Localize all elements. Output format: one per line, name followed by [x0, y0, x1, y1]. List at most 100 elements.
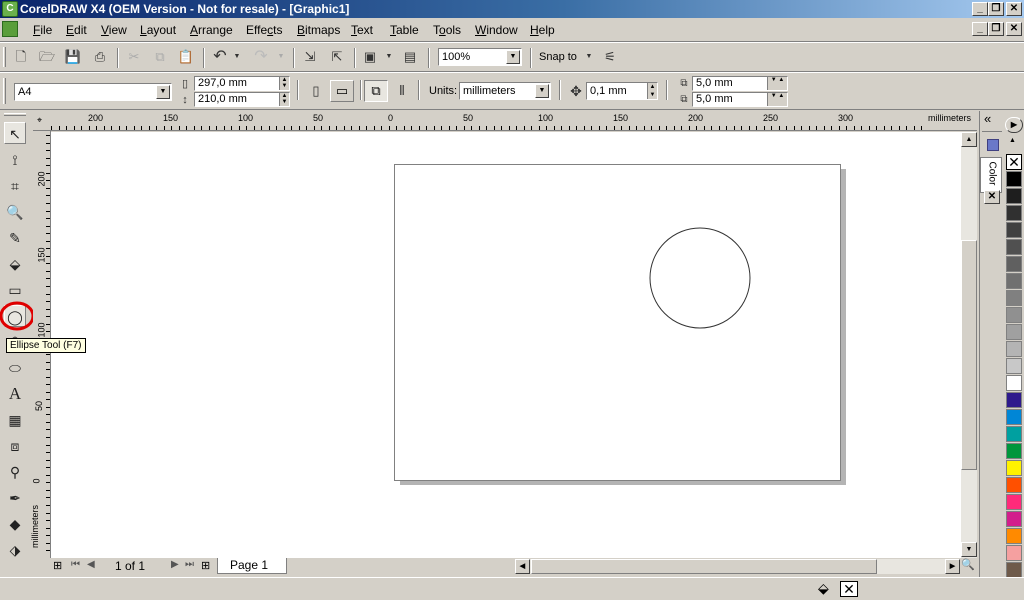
first-page-icon[interactable]: ⏮: [71, 559, 80, 570]
coreldraw-app-icon[interactable]: C: [2, 1, 18, 17]
horizontal-scroll-thumb[interactable]: [531, 559, 877, 574]
options-icon[interactable]: ⚟: [601, 48, 619, 66]
menu-edit[interactable]: Edit: [66, 23, 87, 37]
menu-view[interactable]: View: [101, 23, 127, 37]
color-swatch[interactable]: [1006, 375, 1022, 391]
menu-help[interactable]: Help: [530, 23, 555, 37]
redo-icon[interactable]: ↷: [252, 48, 270, 66]
menu-arrange[interactable]: Arrange: [190, 23, 233, 37]
vertical-scrollbar[interactable]: ▲ ▼: [961, 132, 977, 558]
color-swatch[interactable]: [1006, 477, 1022, 493]
navigator-zoom-icon[interactable]: 🔍: [961, 558, 975, 571]
paste-icon[interactable]: 📋: [177, 48, 195, 66]
portrait-icon[interactable]: ▯: [307, 82, 325, 100]
doc-close-button[interactable]: ✕: [1006, 22, 1022, 36]
zoom-level-select[interactable]: 100% ▼: [438, 48, 522, 66]
color-swatch[interactable]: [1006, 460, 1022, 476]
duplicate-distance-y-input[interactable]: 5,0 mm ▼ ▲: [692, 92, 788, 107]
add-page-before-icon[interactable]: ⊞: [53, 559, 62, 572]
page-a4[interactable]: [394, 164, 841, 481]
palette-scroll-up-icon[interactable]: ▲: [1009, 137, 1016, 144]
color-docker-tab-icon[interactable]: [987, 139, 999, 151]
color-swatch[interactable]: [1006, 171, 1022, 187]
menu-layout[interactable]: Layout: [140, 23, 176, 37]
toolbar-grip[interactable]: [3, 47, 6, 67]
freehand-tool-icon[interactable]: ✎: [4, 227, 26, 249]
undo-dropdown-icon[interactable]: ▼: [232, 48, 242, 66]
outline-pen-tool-icon[interactable]: ✒: [4, 487, 26, 509]
page-width-input[interactable]: 297,0 mm ▲ ▼: [194, 76, 290, 91]
doc-minimize-button[interactable]: _: [972, 22, 988, 36]
scroll-down-button[interactable]: ▼: [961, 542, 977, 557]
scroll-left-button[interactable]: ◀: [515, 559, 530, 574]
add-page-after-icon[interactable]: ⊞: [201, 559, 210, 572]
ellipse-shape[interactable]: [648, 226, 752, 330]
close-button[interactable]: ✕: [1006, 2, 1022, 16]
horizontal-scrollbar[interactable]: ◀ ▶: [515, 559, 960, 574]
vertical-scroll-thumb[interactable]: [961, 240, 977, 470]
color-swatch[interactable]: [1006, 358, 1022, 374]
interactive-fill-tool-icon[interactable]: ⬗: [4, 539, 26, 561]
color-swatch[interactable]: [1006, 443, 1022, 459]
page-size-select[interactable]: A4 ▼: [14, 83, 172, 101]
nudge-distance-input[interactable]: 0,1 mm ▲ ▼: [586, 82, 658, 100]
minimize-button[interactable]: _: [972, 2, 988, 16]
document-icon[interactable]: [2, 21, 18, 37]
color-swatch[interactable]: [1006, 256, 1022, 272]
color-swatch[interactable]: [1006, 511, 1022, 527]
menu-effects[interactable]: Effects: [246, 23, 282, 37]
scroll-up-button[interactable]: ▲: [961, 132, 977, 147]
color-swatch[interactable]: [1006, 409, 1022, 425]
color-swatch[interactable]: [1006, 324, 1022, 340]
color-swatch[interactable]: [1006, 205, 1022, 221]
color-swatch[interactable]: [1006, 528, 1022, 544]
property-bar-grip[interactable]: [3, 78, 6, 104]
docker-collapse-icon[interactable]: «: [984, 111, 991, 126]
color-swatch[interactable]: [1006, 290, 1022, 306]
color-swatch[interactable]: [1006, 494, 1022, 510]
print-icon[interactable]: ⎙: [91, 48, 109, 66]
snap-to-menu[interactable]: Snap to: [539, 51, 577, 63]
color-swatch[interactable]: [1006, 341, 1022, 357]
shape-tool-icon[interactable]: ⟟: [4, 149, 26, 171]
basic-shapes-tool-icon[interactable]: ⬭: [4, 357, 26, 379]
eyedropper-tool-icon[interactable]: ⚲: [4, 461, 26, 483]
next-page-icon[interactable]: ▶: [171, 559, 179, 570]
color-docker-tab[interactable]: Color: [980, 157, 1002, 193]
new-document-icon[interactable]: 🗋: [12, 48, 30, 66]
ruler-origin-icon[interactable]: ⌖: [33, 111, 51, 131]
zoom-tool-icon[interactable]: 🔍: [4, 201, 26, 223]
page-tab[interactable]: Page 1: [217, 558, 287, 574]
color-swatch[interactable]: [1006, 273, 1022, 289]
current-page-icon[interactable]: ⫴: [393, 82, 411, 100]
color-swatch[interactable]: [1006, 239, 1022, 255]
launcher-dropdown-icon[interactable]: ▼: [384, 48, 394, 66]
toolbox-grip[interactable]: [4, 113, 26, 116]
menu-file[interactable]: File: [33, 23, 52, 37]
doc-restore-button[interactable]: ❐: [988, 22, 1004, 36]
copy-icon[interactable]: ⧉: [151, 48, 169, 66]
menu-table[interactable]: Table: [390, 23, 419, 37]
palette-menu-button[interactable]: ▶: [1005, 117, 1023, 133]
menu-bitmaps[interactable]: Bitmaps: [297, 23, 340, 37]
all-pages-icon[interactable]: ⧉: [364, 80, 388, 102]
redo-dropdown-icon[interactable]: ▼: [276, 48, 286, 66]
fill-indicator-icon[interactable]: ⬙: [818, 580, 829, 597]
snap-to-dropdown-icon[interactable]: ▼: [584, 48, 594, 66]
docker-close-button[interactable]: ✕: [984, 190, 1000, 204]
units-select[interactable]: millimeters ▼: [459, 82, 551, 100]
rectangle-tool-icon[interactable]: ▭: [4, 279, 26, 301]
color-swatch[interactable]: [1006, 392, 1022, 408]
save-icon[interactable]: 💾: [64, 48, 82, 66]
open-icon[interactable]: 🗁: [38, 48, 56, 66]
color-swatch[interactable]: [1006, 545, 1022, 561]
restore-button[interactable]: ❐: [988, 2, 1004, 16]
outline-none-indicator-icon[interactable]: ✕: [840, 581, 858, 597]
scroll-right-button[interactable]: ▶: [945, 559, 960, 574]
color-swatch[interactable]: [1006, 307, 1022, 323]
menu-tools[interactable]: Tools: [433, 23, 461, 37]
duplicate-distance-x-input[interactable]: 5,0 mm ▼ ▲: [692, 76, 788, 91]
text-tool-icon[interactable]: A: [4, 383, 26, 405]
fill-tool-icon[interactable]: ◆: [4, 513, 26, 535]
last-page-icon[interactable]: ⏭: [185, 559, 194, 570]
